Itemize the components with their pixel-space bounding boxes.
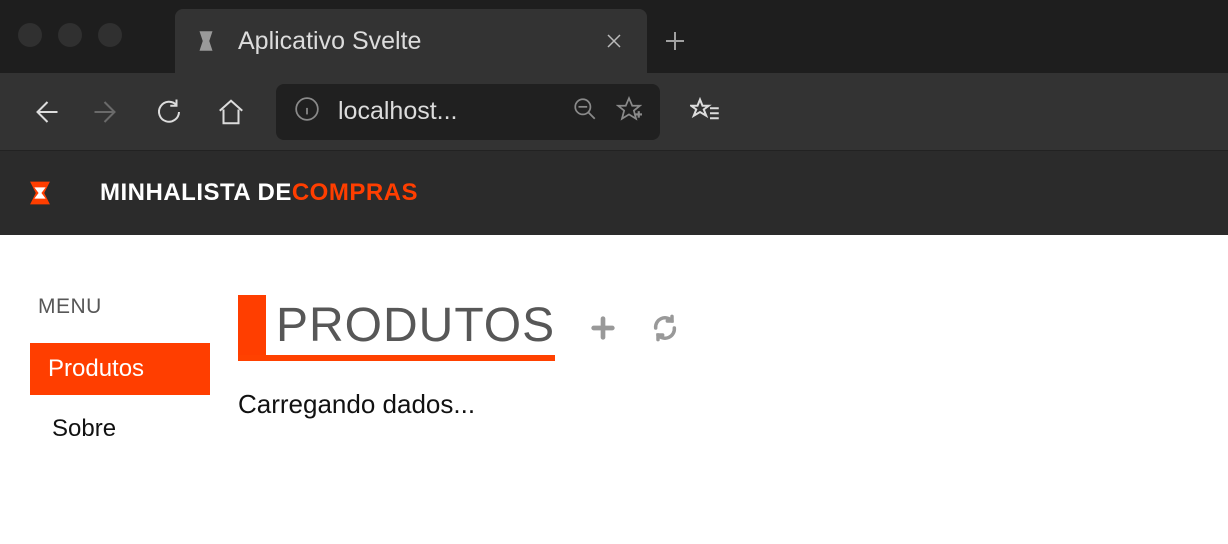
favorites-button[interactable] <box>678 85 732 139</box>
sidebar-item-sobre[interactable]: Sobre <box>30 403 210 455</box>
sidebar: MENU Produtos Sobre <box>30 295 210 544</box>
app-title: MINHALISTA DECOMPRAS <box>100 179 418 207</box>
address-bar[interactable]: localhost... <box>276 84 660 140</box>
home-button[interactable] <box>204 85 258 139</box>
new-tab-button[interactable] <box>647 9 703 73</box>
page-title-wrap: PRODUTOS <box>238 295 555 361</box>
refresh-button[interactable] <box>651 314 679 342</box>
svelte-favicon-icon <box>193 28 219 54</box>
page-title: PRODUTOS <box>276 298 555 353</box>
add-favorite-icon[interactable] <box>616 96 642 127</box>
app-title-part3: COMPRAS <box>292 179 418 206</box>
url-text: localhost... <box>338 97 554 126</box>
window-controls <box>0 0 140 73</box>
traffic-close-icon[interactable] <box>18 23 42 47</box>
menu-label: MENU <box>30 295 210 319</box>
back-button[interactable] <box>18 85 72 139</box>
sidebar-item-label: Produtos <box>48 355 144 382</box>
info-icon[interactable] <box>294 96 320 127</box>
sidebar-item-label: Sobre <box>52 415 116 442</box>
loading-text: Carregando dados... <box>238 389 1228 420</box>
app-title-part1: MINHA <box>100 179 181 206</box>
browser-titlebar: Aplicativo Svelte <box>0 0 1228 73</box>
main-content: PRODUTOS Carregando dados... <box>210 295 1228 544</box>
add-button[interactable] <box>589 314 617 342</box>
sidebar-item-produtos[interactable]: Produtos <box>30 343 210 395</box>
browser-tab[interactable]: Aplicativo Svelte <box>175 9 647 73</box>
close-icon[interactable] <box>601 22 627 61</box>
forward-button[interactable] <box>80 85 134 139</box>
app-header: MINHALISTA DECOMPRAS <box>0 151 1228 235</box>
browser-toolbar: localhost... <box>0 73 1228 151</box>
traffic-maximize-icon[interactable] <box>98 23 122 47</box>
traffic-minimize-icon[interactable] <box>58 23 82 47</box>
title-accent-block <box>238 295 266 355</box>
reload-button[interactable] <box>142 85 196 139</box>
tab-title: Aplicativo Svelte <box>238 27 601 56</box>
app-logo-icon <box>22 175 58 211</box>
zoom-out-icon[interactable] <box>572 96 598 127</box>
app-title-part2: LISTA DE <box>181 179 292 206</box>
